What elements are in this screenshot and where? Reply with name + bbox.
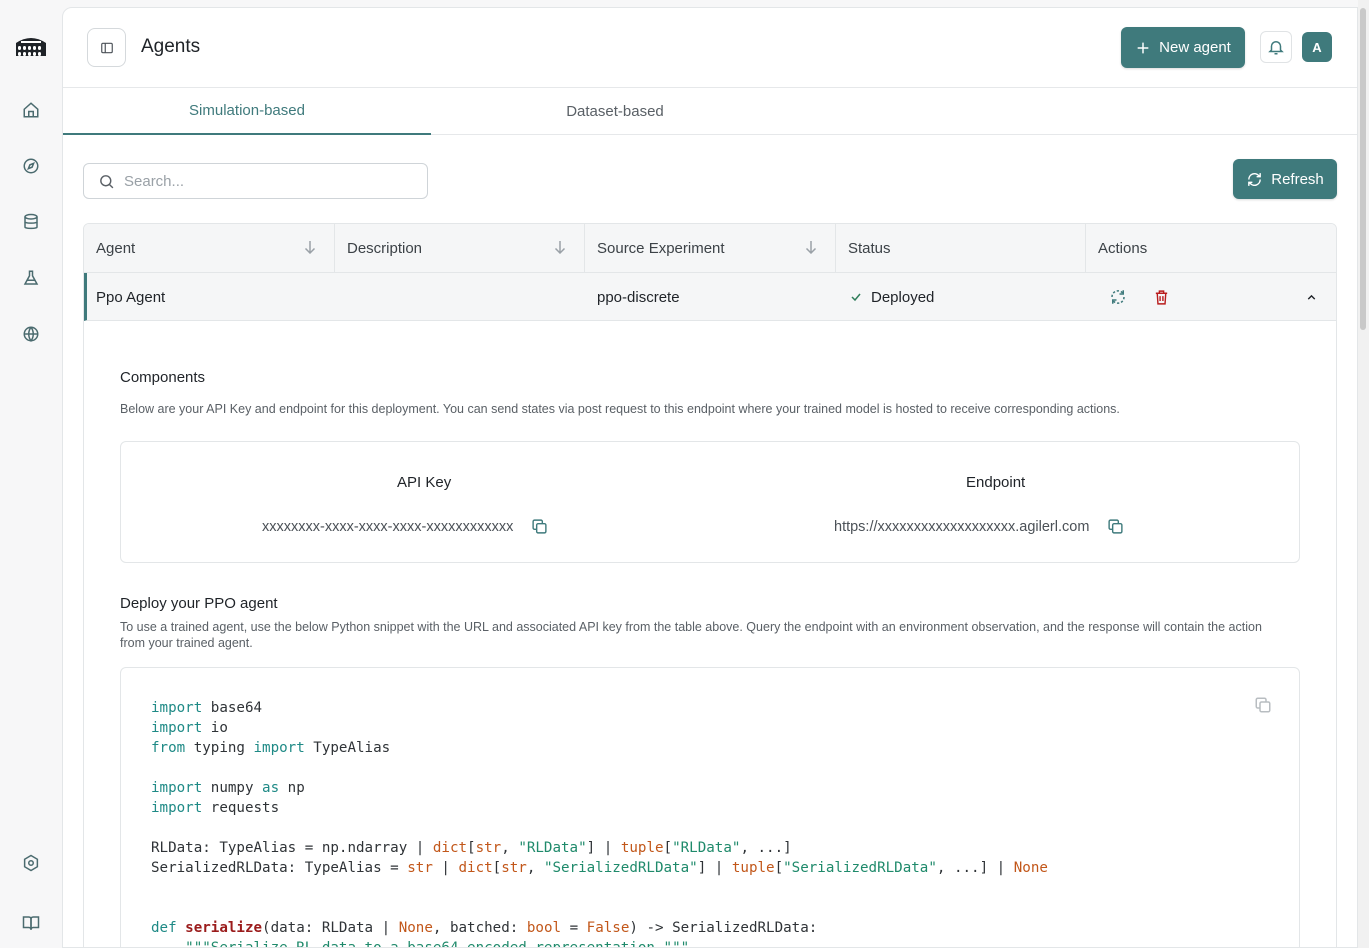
trash-icon bbox=[1155, 289, 1168, 305]
components-card: API Key xxxxxxxx-xxxx-xxxx-xxxx-xxxxxxxx… bbox=[120, 441, 1300, 563]
api-key-field: xxxxxxxx-xxxx-xxxx-xxxx-xxxxxxxxxxxx bbox=[262, 518, 548, 535]
agent-details-panel: Components Below are your API Key and en… bbox=[84, 321, 1336, 948]
column-label: Actions bbox=[1098, 240, 1148, 257]
search-icon bbox=[100, 174, 114, 188]
scrollbar[interactable] bbox=[1358, 0, 1369, 948]
top-bar: Agents New agent A bbox=[63, 8, 1357, 88]
sidebar-toggle-button[interactable] bbox=[87, 28, 126, 67]
deploy-description-line: To use a trained agent, use the below Py… bbox=[120, 620, 1262, 634]
code-snippet: import base64 import io from typing impo… bbox=[120, 667, 1300, 948]
notifications-button[interactable] bbox=[1260, 31, 1292, 63]
status-text: Deployed bbox=[871, 288, 935, 306]
collapse-row-button[interactable] bbox=[1305, 273, 1318, 321]
compass-icon[interactable] bbox=[19, 154, 43, 178]
status-badge: Deployed bbox=[850, 273, 934, 321]
endpoint-field: https://xxxxxxxxxxxxxxxxxxx.agilerl.com bbox=[834, 518, 1124, 535]
search-box bbox=[83, 163, 428, 199]
page-title: Agents bbox=[141, 36, 201, 57]
table-header: Agent Description Source Experiment Stat… bbox=[84, 224, 1336, 273]
check-icon bbox=[851, 293, 861, 302]
source-experiment: ppo-discrete bbox=[597, 288, 680, 306]
endpoint-value: https://xxxxxxxxxxxxxxxxxxx.agilerl.com bbox=[834, 518, 1090, 535]
agents-table: Agent Description Source Experiment Stat… bbox=[83, 223, 1337, 948]
code-block: import base64 import io from typing impo… bbox=[151, 700, 1048, 948]
column-label: Source Experiment bbox=[597, 240, 725, 257]
api-key-value: xxxxxxxx-xxxx-xxxx-xxxx-xxxxxxxxxxxx bbox=[262, 518, 514, 535]
search-input[interactable] bbox=[124, 172, 404, 190]
components-title: Components bbox=[120, 369, 206, 386]
endpoint-label: Endpoint bbox=[966, 474, 1026, 491]
chevron-up-icon bbox=[1307, 294, 1316, 300]
nav-rail bbox=[0, 0, 62, 948]
scrollbar-thumb[interactable] bbox=[1360, 8, 1366, 330]
agent-name: Ppo Agent bbox=[96, 288, 166, 306]
sidebar-toggle-icon bbox=[100, 42, 113, 53]
database-icon[interactable] bbox=[19, 210, 43, 234]
api-key-label: API Key bbox=[397, 474, 452, 491]
avatar[interactable]: A bbox=[1302, 32, 1332, 62]
tab-dataset-based[interactable]: Dataset-based bbox=[431, 88, 799, 135]
flask-icon[interactable] bbox=[19, 266, 43, 290]
column-label: Status bbox=[848, 240, 891, 257]
redeploy-icon bbox=[1111, 290, 1125, 304]
refresh-label: Refresh bbox=[1271, 170, 1324, 188]
redeploy-button[interactable] bbox=[1109, 273, 1127, 321]
main-panel: Agents New agent A Simulation-based Data… bbox=[62, 7, 1358, 948]
new-agent-button[interactable]: New agent bbox=[1121, 27, 1245, 68]
plus-icon bbox=[1137, 42, 1149, 53]
copy-icon[interactable] bbox=[531, 518, 548, 535]
book-icon[interactable] bbox=[19, 911, 43, 935]
column-label: Agent bbox=[96, 240, 136, 257]
globe-icon[interactable] bbox=[19, 322, 43, 346]
refresh-icon bbox=[1248, 172, 1262, 186]
column-header-description[interactable]: Description bbox=[335, 224, 585, 273]
column-header-actions: Actions bbox=[1086, 224, 1336, 273]
colosseum-logo-icon[interactable] bbox=[14, 34, 48, 58]
column-header-agent[interactable]: Agent bbox=[84, 224, 335, 273]
deploy-title: Deploy your PPO agent bbox=[120, 595, 278, 612]
new-agent-label: New agent bbox=[1159, 39, 1231, 56]
table-row[interactable]: Ppo Agent ppo-discrete Deployed bbox=[84, 273, 1336, 321]
components-description: Below are your API Key and endpoint for … bbox=[120, 402, 1120, 416]
copy-icon[interactable] bbox=[1254, 696, 1272, 714]
deploy-description: To use a trained agent, use the below Py… bbox=[120, 619, 1310, 651]
tab-bar: Simulation-based Dataset-based bbox=[63, 88, 1357, 135]
delete-button[interactable] bbox=[1153, 273, 1170, 321]
copy-icon[interactable] bbox=[1107, 518, 1124, 535]
refresh-button[interactable]: Refresh bbox=[1233, 159, 1337, 199]
settings-icon[interactable] bbox=[19, 851, 43, 875]
sort-arrow-icon[interactable] bbox=[554, 240, 566, 254]
column-header-source-experiment[interactable]: Source Experiment bbox=[585, 224, 836, 273]
tab-simulation-based[interactable]: Simulation-based bbox=[63, 88, 431, 135]
deploy-description-line: from your trained agent. bbox=[120, 636, 253, 650]
home-icon[interactable] bbox=[19, 98, 43, 122]
column-label: Description bbox=[347, 240, 423, 257]
sort-arrow-icon[interactable] bbox=[304, 240, 316, 254]
sort-arrow-icon[interactable] bbox=[805, 240, 817, 254]
bell-icon bbox=[1268, 41, 1284, 55]
column-header-status: Status bbox=[836, 224, 1086, 273]
